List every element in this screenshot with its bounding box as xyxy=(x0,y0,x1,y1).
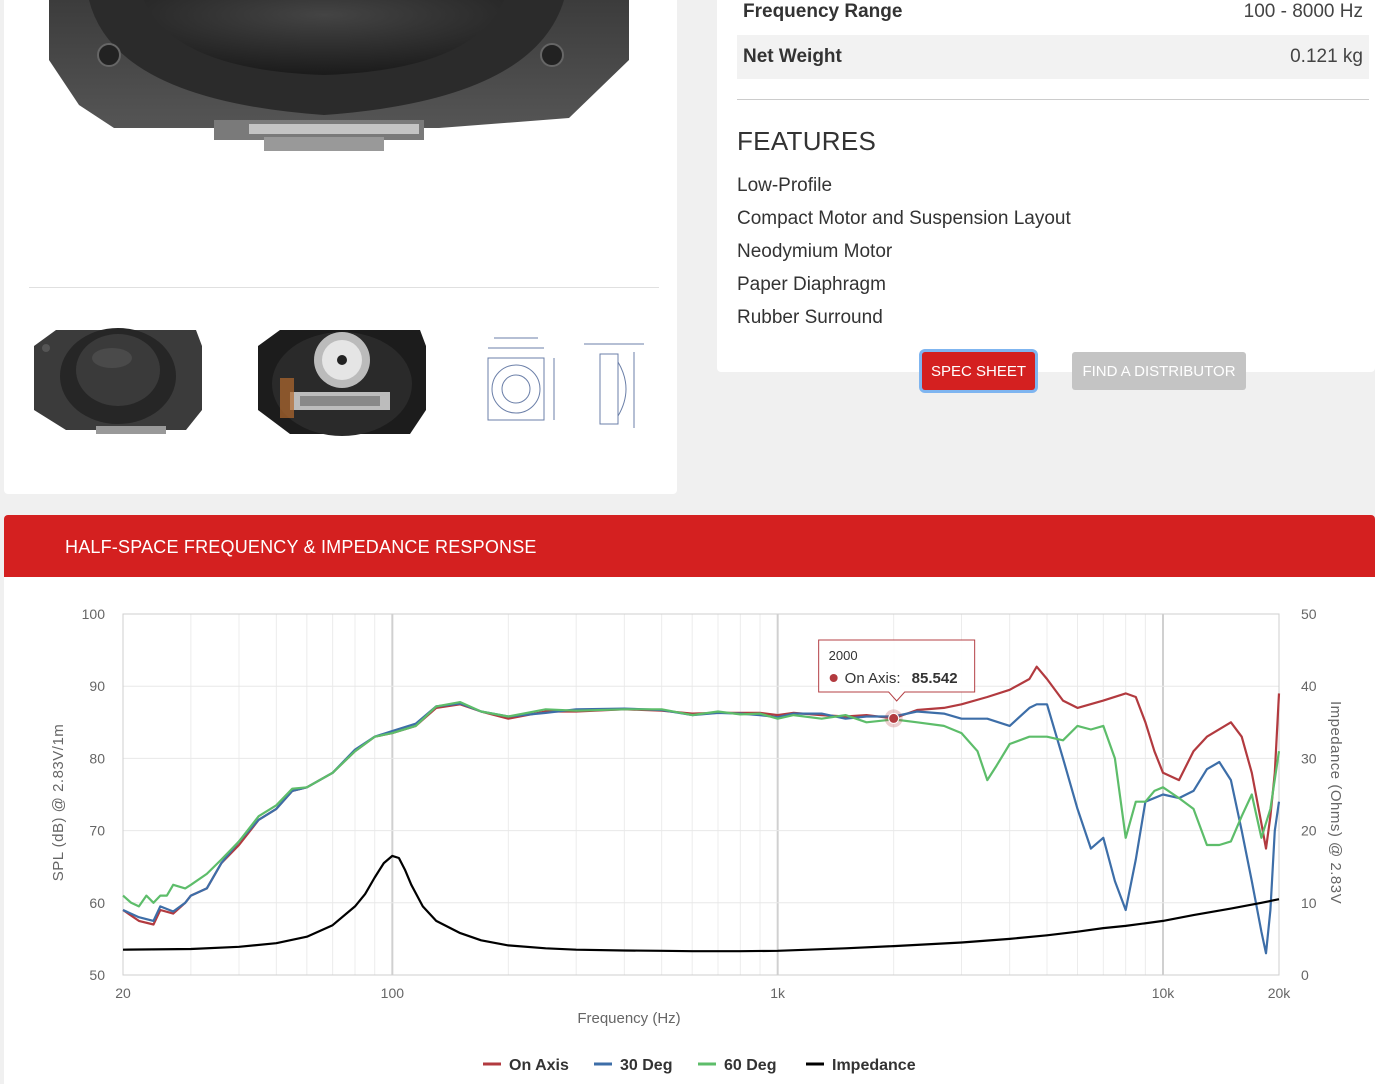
chart-legend: On Axis 30 Deg 60 Deg Impedance xyxy=(483,1057,916,1074)
legend-item[interactable]: 30 Deg xyxy=(594,1057,672,1074)
legend-item[interactable]: 60 Deg xyxy=(698,1057,776,1074)
plot-border xyxy=(122,613,1280,976)
spec-value: 0.121 kg xyxy=(1290,46,1363,67)
y2-tick-label: 10 xyxy=(1301,895,1317,911)
response-chart-section: HALF-SPACE FREQUENCY & IMPEDANCE RESPONS… xyxy=(4,515,1375,1084)
tooltip-value: 85.542 xyxy=(912,670,958,687)
spec-row-frequency-range: Frequency Range 100 - 8000 Hz xyxy=(737,0,1369,34)
y-tick-label: 60 xyxy=(89,895,105,911)
chart-section-title: HALF-SPACE FREQUENCY & IMPEDANCE RESPONS… xyxy=(65,537,537,557)
series-line-60-deg xyxy=(122,701,1281,908)
legend-label: 60 Deg xyxy=(724,1057,776,1074)
feature-item: Rubber Surround xyxy=(737,307,883,328)
legend-label: Impedance xyxy=(832,1057,916,1074)
y2-tick-label: 0 xyxy=(1301,967,1309,983)
thumbnail-rear[interactable] xyxy=(250,318,450,448)
y2-tick-label: 50 xyxy=(1301,606,1317,622)
spec-value: 100 - 8000 Hz xyxy=(1243,1,1363,22)
feature-item: Neodymium Motor xyxy=(737,241,893,262)
y-axis-title: SPL (dB) @ 2.83V/1m xyxy=(50,724,67,882)
legend-item[interactable]: On Axis xyxy=(483,1057,569,1074)
spec-divider xyxy=(737,99,1369,100)
series-line-30-deg xyxy=(122,702,1281,955)
hover-point xyxy=(888,712,900,724)
tooltip-marker xyxy=(829,674,838,682)
speaker-front-image xyxy=(49,0,629,151)
x-tick-label: 10k xyxy=(1152,985,1176,1001)
legend-item[interactable]: Impedance xyxy=(806,1057,916,1074)
feature-item: Paper Diaphragm xyxy=(737,274,886,295)
tooltip-header: 2000 xyxy=(829,648,858,663)
spec-label: Net Weight xyxy=(743,46,842,67)
y-tick-label: 100 xyxy=(82,606,106,622)
series-line-on-axis xyxy=(122,665,1281,926)
x-tick-label: 100 xyxy=(381,985,405,1001)
tooltip-label: On Axis: xyxy=(845,670,901,687)
chart-tooltip: 2000 On Axis: 85.542 xyxy=(818,639,976,702)
legend-label: On Axis xyxy=(509,1057,569,1074)
y2-tick-label: 30 xyxy=(1301,750,1317,766)
main-product-image[interactable] xyxy=(4,0,677,280)
features-heading: FEATURES xyxy=(737,126,877,156)
spec-label: Frequency Range xyxy=(743,1,903,22)
y2-tick-label: 40 xyxy=(1301,678,1317,694)
y-tick-label: 80 xyxy=(89,750,105,766)
feature-item: Compact Motor and Suspension Layout xyxy=(737,208,1071,229)
spec-panel: Frequency Range 100 - 8000 Hz Net Weight… xyxy=(717,0,1375,372)
find-distributor-button[interactable]: FIND A DISTRIBUTOR xyxy=(1072,352,1246,390)
thumbnail-front[interactable] xyxy=(26,318,226,448)
y2-axis-title: Impedance (Ohms) @ 2.83V xyxy=(1327,701,1344,904)
thumbnail-dimension-drawing[interactable] xyxy=(474,318,674,448)
legend-label: 30 Deg xyxy=(620,1057,672,1074)
spec-sheet-button[interactable]: SPEC SHEET xyxy=(922,352,1035,390)
product-gallery xyxy=(4,0,677,494)
gallery-divider xyxy=(29,287,659,288)
series-line-impedance xyxy=(122,854,1280,953)
x-tick-label: 20k xyxy=(1268,985,1292,1001)
y2-tick-label: 20 xyxy=(1301,823,1317,839)
x-tick-label: 20 xyxy=(115,985,131,1001)
spec-row-net-weight: Net Weight 0.121 kg xyxy=(737,35,1369,79)
frequency-response-chart[interactable]: 50 60 70 80 90 100 0 10 20 30 40 50 20 100 1k 10k 20k Fre… xyxy=(4,577,1375,1084)
y-tick-label: 50 xyxy=(89,967,105,983)
feature-item: Low-Profile xyxy=(737,175,833,196)
y-tick-label: 70 xyxy=(89,823,105,839)
x-tick-label: 1k xyxy=(770,985,786,1001)
y-tick-label: 90 xyxy=(89,678,105,694)
x-axis-title: Frequency (Hz) xyxy=(577,1010,680,1027)
chart-section-header: HALF-SPACE FREQUENCY & IMPEDANCE RESPONS… xyxy=(4,515,1375,577)
